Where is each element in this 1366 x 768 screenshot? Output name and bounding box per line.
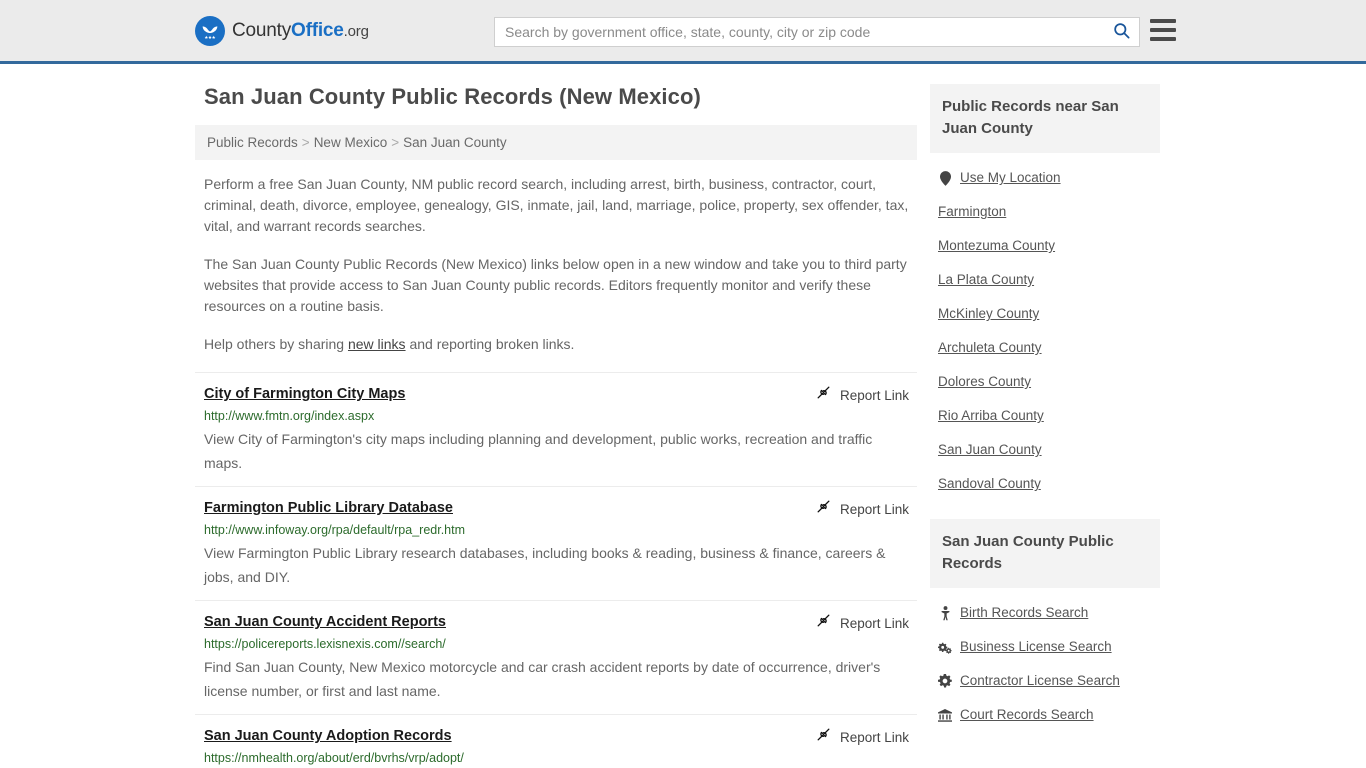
breadcrumb-separator: > — [301, 135, 310, 150]
site-logo-text: CountyOffice.org — [232, 20, 369, 42]
logo-word-org: .org — [343, 22, 369, 40]
sidebar-item-sandoval-county[interactable]: Sandoval County — [930, 467, 1160, 501]
sidebar-item-san-juan-county[interactable]: San Juan County — [930, 433, 1160, 467]
sidebar-item-dolores-county[interactable]: Dolores County — [930, 365, 1160, 399]
sidebar-link-label[interactable]: McKinley County — [938, 305, 1039, 323]
broken-link-icon — [815, 612, 832, 634]
report-link-label: Report Link — [839, 501, 909, 517]
sidebar-link-label[interactable]: Birth Records Search — [960, 604, 1088, 622]
breadcrumb-item-public-records[interactable]: Public Records — [207, 135, 298, 150]
result-title-link[interactable]: San Juan County Adoption Records — [204, 728, 452, 744]
sidebar-item-court-records-search[interactable]: Court Records Search — [930, 698, 1160, 732]
card-heading: Public Records near San Juan County — [930, 84, 1160, 153]
hamburger-menu-icon[interactable] — [1150, 19, 1176, 41]
courthouse-icon — [938, 708, 952, 722]
result-description: Find San Juan County, New Mexico motorcy… — [204, 659, 881, 699]
share-text-after: and reporting broken links. — [405, 336, 575, 352]
intro-paragraph-3: Help others by sharing new links and rep… — [204, 334, 916, 355]
sidebar-link-label[interactable]: La Plata County — [938, 271, 1034, 289]
search-bar[interactable] — [494, 17, 1140, 47]
sidebar-link-label[interactable]: San Juan County — [938, 441, 1042, 459]
cogs-icon — [938, 641, 952, 654]
result-title-link[interactable]: San Juan County Accident Reports — [204, 614, 446, 630]
result-title-link[interactable]: City of Farmington City Maps — [204, 386, 405, 402]
sidebar-item-rio-arriba-county[interactable]: Rio Arriba County — [930, 399, 1160, 433]
hamburger-bar — [1150, 28, 1176, 32]
result-url: http://www.fmtn.org/index.aspx — [204, 409, 375, 423]
sidebar-item-montezuma-county[interactable]: Montezuma County — [930, 229, 1160, 263]
report-link-label: Report Link — [839, 729, 909, 745]
report-link-button[interactable]: Report Link — [815, 612, 909, 634]
result-description: View Farmington Public Library research … — [204, 545, 886, 585]
card-body: Birth Records Search Business License Se… — [930, 588, 1160, 732]
result-url: https://nmhealth.org/about/erd/bvrhs/vrp… — [204, 751, 464, 765]
broken-link-icon — [815, 726, 832, 748]
sidebar-link-label[interactable]: Montezuma County — [938, 237, 1055, 255]
intro-paragraph-1: Perform a free San Juan County, NM publi… — [204, 176, 909, 234]
breadcrumb-item-san-juan-county[interactable]: San Juan County — [403, 135, 507, 150]
breadcrumb-item-new-mexico[interactable]: New Mexico — [314, 135, 388, 150]
report-link-button[interactable]: Report Link — [815, 498, 909, 520]
site-logo[interactable]: CountyOffice.org — [195, 15, 369, 46]
sidebar-link-label[interactable]: Business License Search — [960, 638, 1112, 656]
sidebar: Public Records near San Juan County Use … — [930, 84, 1160, 768]
countyoffice-logo-icon — [195, 15, 225, 46]
map-pin-icon — [938, 170, 952, 186]
baby-icon — [938, 605, 952, 621]
result-item: San Juan County Adoption Records https:/… — [195, 714, 917, 768]
county-public-records-card: San Juan County Public Records Birth Rec… — [930, 519, 1160, 732]
breadcrumb: Public Records > New Mexico > San Juan Count… — [195, 125, 917, 160]
result-description: View City of Farmington's city maps incl… — [204, 431, 873, 471]
result-item: San Juan County Accident Reports https:/… — [195, 600, 917, 714]
report-link-button[interactable]: Report Link — [815, 726, 909, 748]
sidebar-link-label[interactable]: Contractor License Search — [960, 672, 1120, 690]
sidebar-link-label[interactable]: Use My Location — [960, 169, 1061, 187]
intro-section: Perform a free San Juan County, NM publi… — [195, 174, 917, 355]
sidebar-item-use-my-location[interactable]: Use My Location — [930, 161, 1160, 195]
public-records-near-card: Public Records near San Juan County Use … — [930, 84, 1160, 501]
sidebar-link-label[interactable]: Court Records Search — [960, 706, 1094, 724]
search-button[interactable] — [1103, 18, 1139, 46]
sidebar-item-mckinley-county[interactable]: McKinley County — [930, 297, 1160, 331]
report-link-label: Report Link — [839, 387, 909, 403]
logo-word-county: County — [232, 19, 292, 41]
share-text-before: Help others by sharing — [204, 336, 348, 352]
broken-link-icon — [815, 498, 832, 520]
sidebar-item-contractor-license-search[interactable]: Contractor License Search — [930, 664, 1160, 698]
sidebar-link-label[interactable]: Sandoval County — [938, 475, 1041, 493]
sidebar-link-label[interactable]: Farmington — [938, 203, 1006, 221]
result-url: https://policereports.lexisnexis.com//se… — [204, 637, 446, 651]
site-header: CountyOffice.org — [0, 0, 1366, 64]
page-title: San Juan County Public Records (New Mexi… — [204, 84, 701, 109]
report-link-button[interactable]: Report Link — [815, 384, 909, 406]
breadcrumb-separator: > — [391, 135, 400, 150]
sidebar-item-birth-records-search[interactable]: Birth Records Search — [930, 596, 1160, 630]
intro-paragraph-2: The San Juan County Public Records (New … — [204, 256, 907, 314]
main-column: San Juan County Public Records (New Mexi… — [195, 84, 917, 768]
sidebar-item-archuleta-county[interactable]: Archuleta County — [930, 331, 1160, 365]
sidebar-link-label[interactable]: Archuleta County — [938, 339, 1042, 357]
hamburger-bar — [1150, 19, 1176, 23]
sidebar-item-business-license-search[interactable]: Business License Search — [930, 630, 1160, 664]
sidebar-link-label[interactable]: Rio Arriba County — [938, 407, 1044, 425]
sidebar-link-label[interactable]: Dolores County — [938, 373, 1031, 391]
report-link-label: Report Link — [839, 615, 909, 631]
search-input[interactable] — [495, 18, 1103, 46]
result-item: Farmington Public Library Database http:… — [195, 486, 917, 600]
search-icon — [1112, 21, 1131, 43]
broken-link-icon — [815, 384, 832, 406]
result-item: City of Farmington City Maps http://www.… — [195, 372, 917, 486]
sidebar-item-la-plata-county[interactable]: La Plata County — [930, 263, 1160, 297]
sidebar-item-farmington[interactable]: Farmington — [930, 195, 1160, 229]
gear-icon — [938, 674, 952, 688]
results-list: City of Farmington City Maps http://www.… — [195, 372, 917, 768]
new-links-link[interactable]: new links — [348, 336, 406, 352]
result-url: http://www.infoway.org/rpa/default/rpa_r… — [204, 523, 466, 537]
logo-word-office: Office — [291, 19, 344, 41]
card-body: Use My Location Farmington Montezuma Cou… — [930, 153, 1160, 501]
hamburger-bar — [1150, 37, 1176, 41]
page-body: San Juan County Public Records (New Mexi… — [0, 64, 1366, 768]
card-heading: San Juan County Public Records — [930, 519, 1160, 588]
result-title-link[interactable]: Farmington Public Library Database — [204, 500, 453, 516]
